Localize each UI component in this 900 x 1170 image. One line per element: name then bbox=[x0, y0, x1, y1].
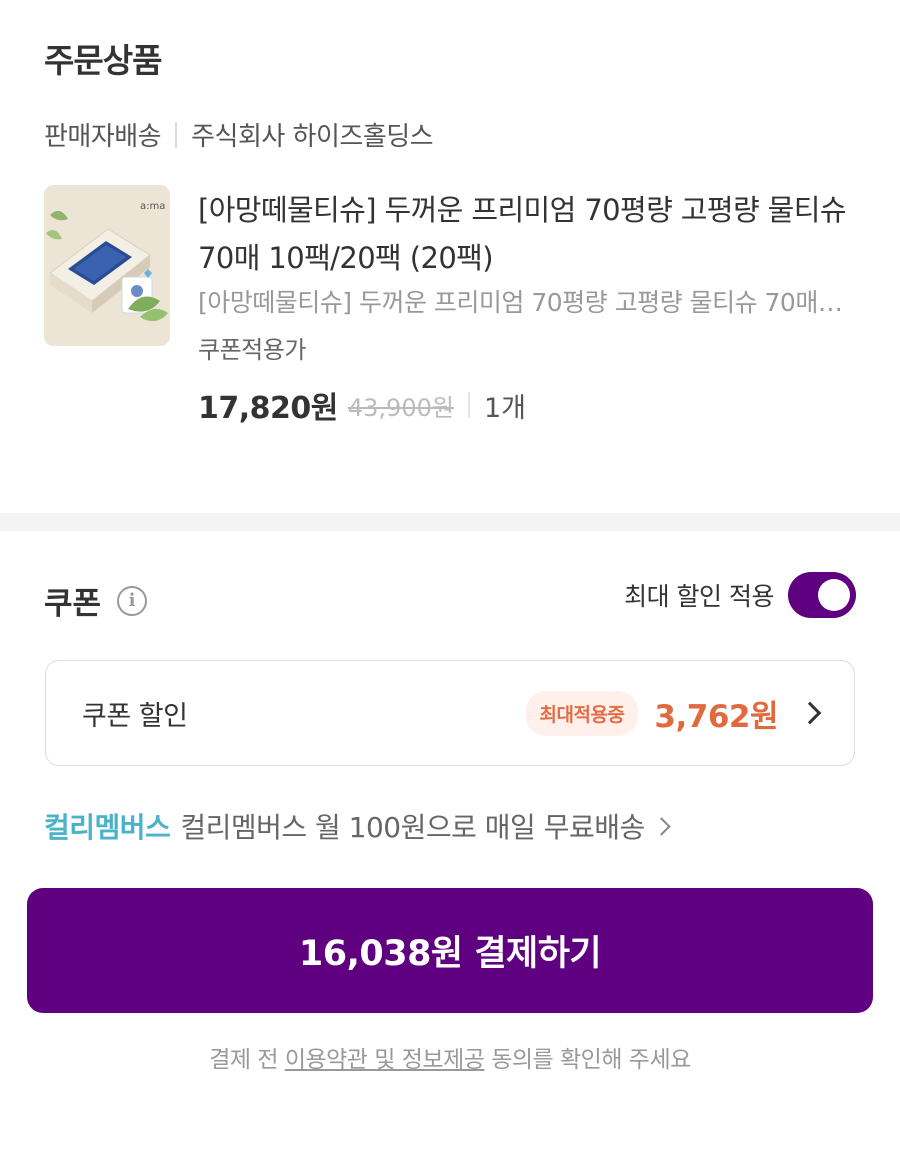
max-discount-toggle-row: 최대 할인 적용 bbox=[624, 572, 856, 618]
consent-suffix: 동의를 확인해 주세요 bbox=[491, 1047, 691, 1073]
product-info: [아망떼물티슈] 두꺼운 프리미엄 70평량 고평량 물티슈 70매 10팩/2… bbox=[198, 186, 868, 427]
seller-row: 판매자배송 주식회사 하이즈홀딩스 bbox=[44, 116, 434, 153]
max-discount-label: 최대 할인 적용 bbox=[624, 582, 774, 611]
quantity: 1개 bbox=[483, 392, 526, 424]
coupon-discount-selector[interactable]: 쿠폰 할인 최대적용중 3,762원 bbox=[45, 660, 855, 766]
price-row: 17,820원 43,900원 1개 bbox=[198, 383, 868, 427]
terms-link[interactable]: 이용약관 및 정보제공 bbox=[285, 1047, 485, 1073]
divider bbox=[467, 392, 470, 418]
product-option: [아망떼물티슈] 두꺼운 프리미엄 70평량 고평량 물티슈 70매 10팩/2… bbox=[198, 288, 848, 317]
section-divider bbox=[0, 513, 900, 531]
coupon-title-label: 쿠폰 bbox=[44, 586, 102, 622]
divider bbox=[175, 121, 178, 148]
max-discount-toggle[interactable] bbox=[788, 572, 856, 618]
original-price: 43,900원 bbox=[347, 393, 454, 422]
coupon-title: 쿠폰 i bbox=[44, 578, 148, 623]
checkout-page: 주문상품 판매자배송 주식회사 하이즈홀딩스 a:ma [아망떼물티슈] 두꺼운… bbox=[0, 0, 900, 1170]
coupon-discount-amount: 3,762원 bbox=[654, 698, 778, 735]
info-icon[interactable]: i bbox=[117, 585, 148, 616]
seller-name: 주식회사 하이즈홀딩스 bbox=[191, 122, 434, 152]
product-image-brand: a:ma bbox=[140, 201, 165, 212]
chevron-right-icon bbox=[798, 701, 822, 725]
chevron-right-icon bbox=[652, 816, 671, 836]
product-image[interactable]: a:ma bbox=[44, 185, 170, 346]
section-title: 주문상품 bbox=[44, 41, 162, 80]
price-label: 쿠폰적용가 bbox=[198, 336, 306, 364]
delivery-type: 판매자배송 bbox=[44, 122, 162, 152]
toggle-knob bbox=[818, 579, 850, 611]
coupon-discount-label: 쿠폰 할인 bbox=[82, 700, 188, 732]
product-name[interactable]: [아망떼물티슈] 두꺼운 프리미엄 70평량 고평량 물티슈 70매 10팩/2… bbox=[198, 186, 868, 282]
consent-prefix: 결제 전 bbox=[209, 1047, 279, 1073]
pay-button[interactable]: 16,038원 결제하기 bbox=[27, 888, 873, 1013]
final-price: 17,820원 bbox=[198, 391, 338, 426]
membership-promo-link[interactable]: 컬리멤버스 컬리멤버스 월 100원으로 매일 무료배송 bbox=[44, 806, 671, 846]
max-applied-badge: 최대적용중 bbox=[525, 690, 639, 736]
product-image-graphic: a:ma bbox=[44, 185, 170, 346]
membership-brand: 컬리멤버스 bbox=[44, 811, 171, 844]
consent-notice: 결제 전 이용약관 및 정보제공 동의를 확인해 주세요 bbox=[0, 1040, 900, 1074]
membership-text: 컬리멤버스 월 100원으로 매일 무료배송 bbox=[180, 811, 645, 844]
